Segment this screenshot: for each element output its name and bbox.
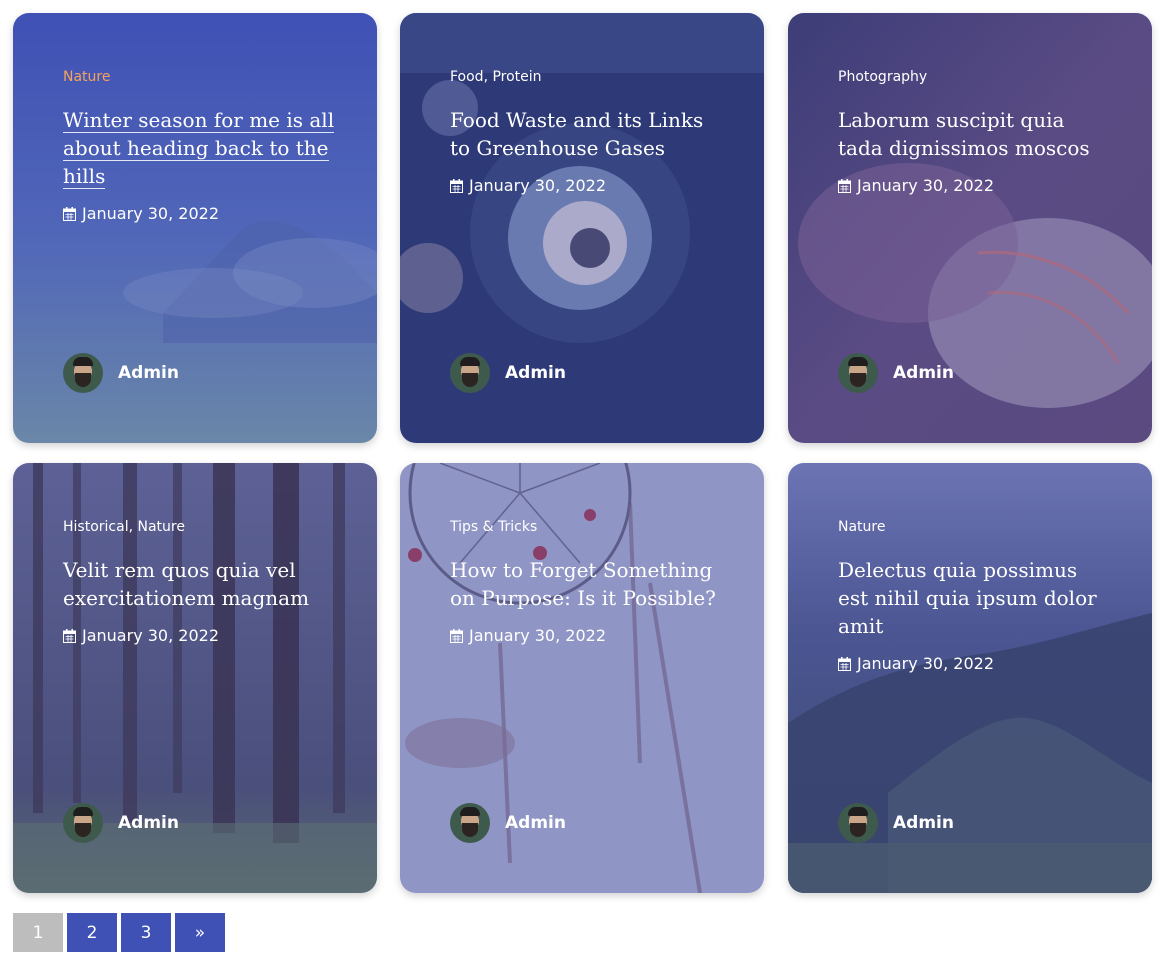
post-category[interactable]: Nature xyxy=(63,68,337,86)
post-date: January 30, 2022 xyxy=(450,626,724,645)
calendar-icon xyxy=(838,178,851,193)
post-title[interactable]: How to Forget Something on Purpose: Is i… xyxy=(450,556,724,612)
post-category[interactable]: Tips & Tricks xyxy=(450,518,724,536)
calendar-icon xyxy=(838,656,851,671)
post-date: January 30, 2022 xyxy=(838,654,1112,673)
post-author[interactable]: Admin xyxy=(450,353,566,393)
author-name[interactable]: Admin xyxy=(893,363,954,383)
avatar xyxy=(450,353,490,393)
post-author[interactable]: Admin xyxy=(838,803,954,843)
post-title[interactable]: Velit rem quos quia vel exercitationem m… xyxy=(63,556,337,612)
post-author[interactable]: Admin xyxy=(63,353,179,393)
avatar xyxy=(838,353,878,393)
calendar-icon xyxy=(450,178,463,193)
avatar xyxy=(450,803,490,843)
post-card[interactable]: Photography Laborum suscipit quia tada d… xyxy=(788,13,1152,443)
post-card[interactable]: Historical, Nature Velit rem quos quia v… xyxy=(13,463,377,893)
post-author[interactable]: Admin xyxy=(450,803,566,843)
post-card[interactable]: Food, Protein Food Waste and its Links t… xyxy=(400,13,764,443)
post-card[interactable]: Nature Winter season for me is all about… xyxy=(13,13,377,443)
author-name[interactable]: Admin xyxy=(118,813,179,833)
post-date: January 30, 2022 xyxy=(63,626,337,645)
author-name[interactable]: Admin xyxy=(118,363,179,383)
avatar xyxy=(838,803,878,843)
post-date: January 30, 2022 xyxy=(838,176,1112,195)
author-name[interactable]: Admin xyxy=(505,813,566,833)
post-date: January 30, 2022 xyxy=(63,204,337,223)
author-name[interactable]: Admin xyxy=(505,363,566,383)
pagination: 1 2 3 » xyxy=(13,913,225,952)
author-name[interactable]: Admin xyxy=(893,813,954,833)
post-title[interactable]: Delectus quia possimus est nihil quia ip… xyxy=(838,556,1112,640)
post-category[interactable]: Photography xyxy=(838,68,1112,86)
post-title[interactable]: Food Waste and its Links to Greenhouse G… xyxy=(450,106,724,162)
calendar-icon xyxy=(63,628,76,643)
post-card[interactable]: Nature Delectus quia possimus est nihil … xyxy=(788,463,1152,893)
avatar xyxy=(63,353,103,393)
post-category[interactable]: Nature xyxy=(838,518,1112,536)
post-card[interactable]: Tips & Tricks How to Forget Something on… xyxy=(400,463,764,893)
post-category[interactable]: Food, Protein xyxy=(450,68,724,86)
post-title[interactable]: Laborum suscipit quia tada dignissimos m… xyxy=(838,106,1112,162)
post-category[interactable]: Historical, Nature xyxy=(63,518,337,536)
page-link-2[interactable]: 2 xyxy=(67,913,117,952)
post-date: January 30, 2022 xyxy=(450,176,724,195)
avatar xyxy=(63,803,103,843)
page-link-3[interactable]: 3 xyxy=(121,913,171,952)
post-author[interactable]: Admin xyxy=(63,803,179,843)
next-page-button[interactable]: » xyxy=(175,913,225,952)
calendar-icon xyxy=(63,206,76,221)
page-current: 1 xyxy=(13,913,63,952)
post-author[interactable]: Admin xyxy=(838,353,954,393)
calendar-icon xyxy=(450,628,463,643)
post-title[interactable]: Winter season for me is all about headin… xyxy=(63,106,337,190)
